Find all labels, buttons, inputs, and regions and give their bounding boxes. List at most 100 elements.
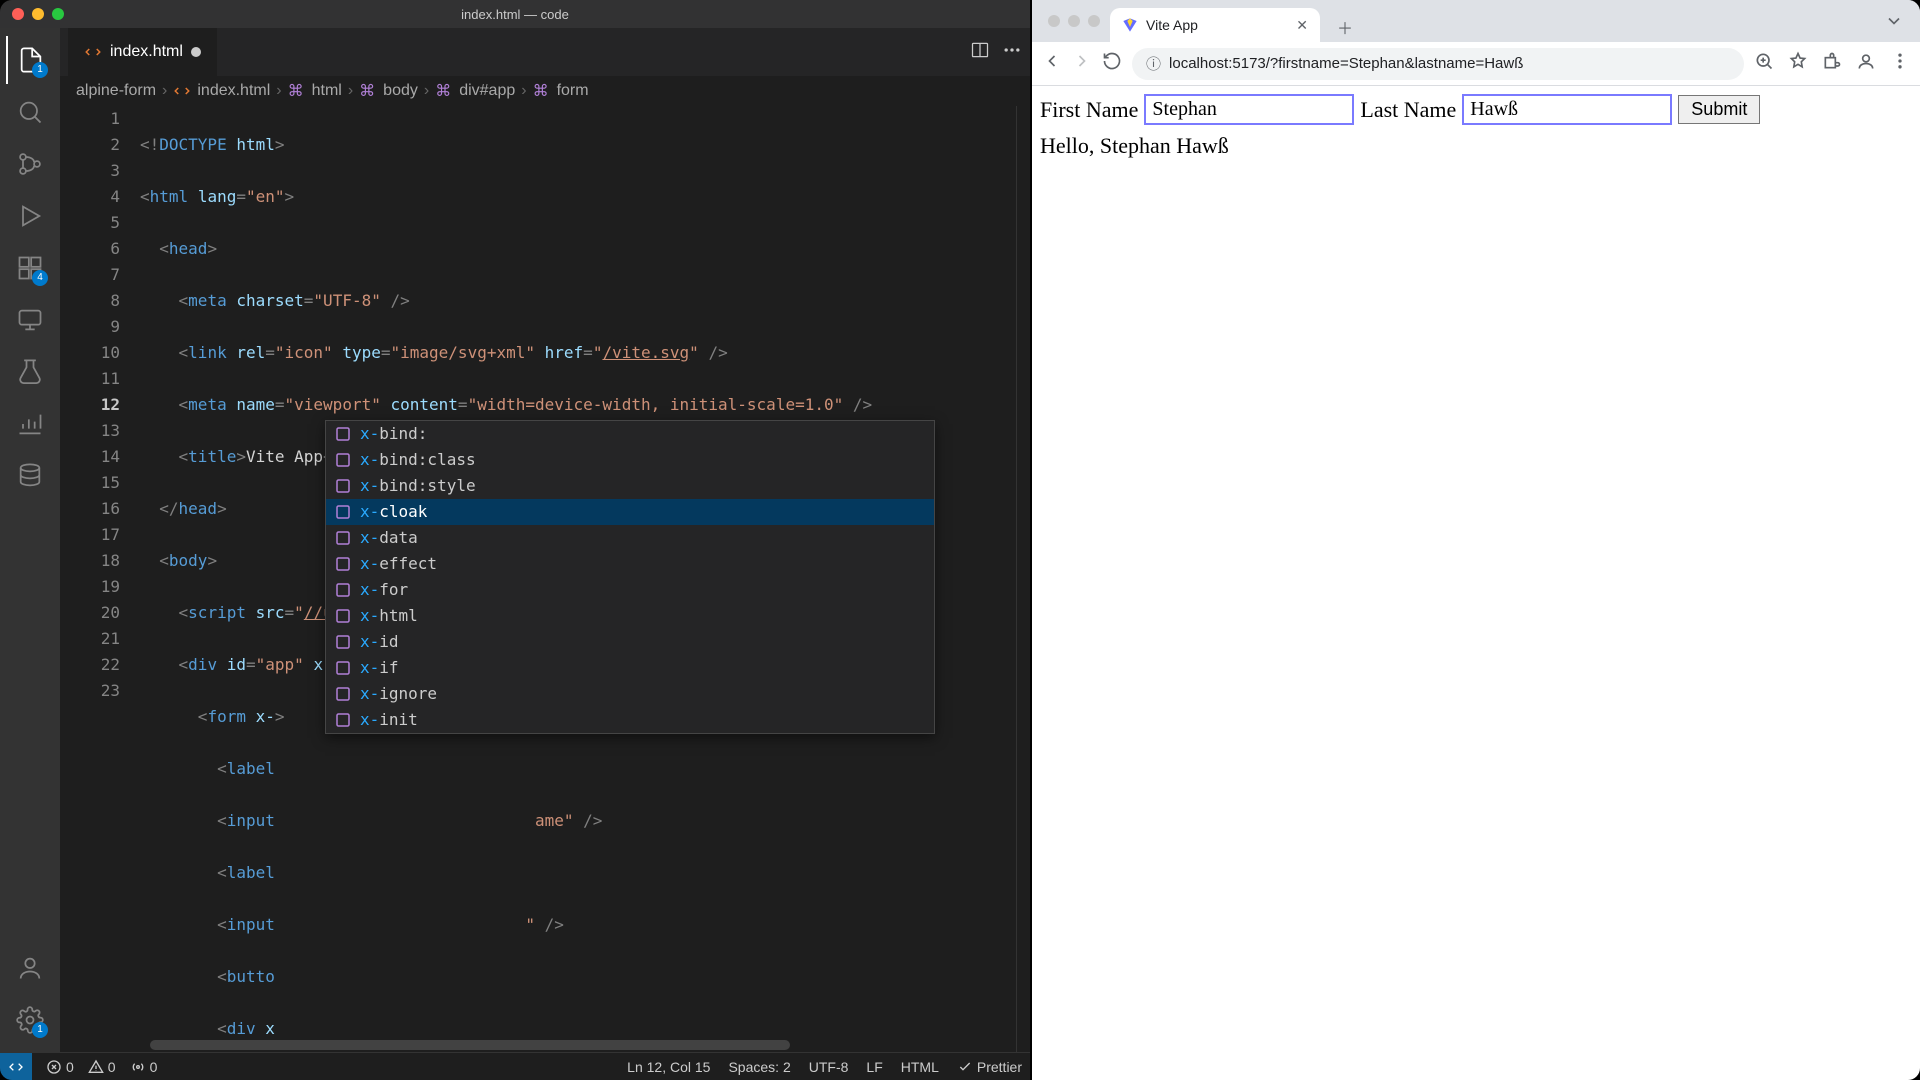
extensions-puzzle-icon[interactable] [1822,51,1842,76]
browser-window: Vite App ✕ ＋ ⓘ localhost:5173/?firstname… [1032,0,1920,1080]
nav-back-icon[interactable] [1042,51,1062,76]
prettier-status[interactable]: Prettier [957,1059,1022,1075]
property-icon [334,607,352,625]
settings-gear-icon[interactable]: 1 [6,996,54,1044]
editor-tab-index-html[interactable]: index.html [68,28,217,76]
run-debug-icon[interactable] [6,192,54,240]
suggest-item[interactable]: x-data [326,525,934,551]
more-actions-icon[interactable] [1002,40,1022,65]
property-icon [334,425,352,443]
suggest-item[interactable]: x-bind: [326,421,934,447]
database-icon[interactable] [6,452,54,500]
new-tab-button[interactable]: ＋ [1330,12,1360,42]
demo-form: First Name Last Name Submit [1040,94,1912,125]
greeting-text: Hello, Stephan Hawß [1040,133,1912,159]
minimize-window-button[interactable] [32,8,44,20]
first-name-input[interactable] [1144,94,1354,125]
line-number-gutter: 123 456 789 1011 12 131415 161718 192021… [60,106,140,1052]
suggest-item[interactable]: x-id [326,629,934,655]
errors-indicator[interactable]: 0 [46,1059,74,1075]
suggest-item-label: x-bind:class [360,447,476,473]
maximize-window-button[interactable] [1088,15,1100,27]
breadcrumb-item[interactable]: body [383,82,418,100]
vscode-titlebar: index.html — code [0,0,1030,28]
explorer-badge: 1 [32,62,48,78]
breadcrumb-item[interactable]: index.html [197,82,270,100]
close-window-button[interactable] [12,8,24,20]
warnings-indicator[interactable]: 0 [88,1059,116,1075]
intellisense-suggest-widget[interactable]: x-bind:x-bind:classx-bind:stylex-cloakx-… [325,420,935,734]
url-address-bar[interactable]: ⓘ localhost:5173/?firstname=Stephan&last… [1132,48,1744,80]
extensions-icon[interactable]: 4 [6,244,54,292]
explorer-icon[interactable]: 1 [6,36,54,84]
cursor-position[interactable]: Ln 12, Col 15 [627,1059,710,1075]
close-tab-icon[interactable]: ✕ [1296,17,1308,34]
nav-forward-icon[interactable] [1072,51,1092,76]
minimize-window-button[interactable] [1068,15,1080,27]
tab-list-chevron-icon[interactable] [1884,11,1910,31]
element-icon: ⌘ [359,81,377,101]
bookmark-star-icon[interactable] [1788,51,1808,76]
editor-tab-row: index.html [60,28,1030,76]
suggest-item[interactable]: x-html [326,603,934,629]
browser-traffic-lights [1042,15,1100,27]
chevron-right-icon: › [162,82,167,100]
search-icon[interactable] [6,88,54,136]
suggest-item[interactable]: x-bind:class [326,447,934,473]
source-control-icon[interactable] [6,140,54,188]
suggest-item[interactable]: x-for [326,577,934,603]
code-content[interactable]: <!DOCTYPE html> <html lang="en"> <head> … [140,106,1030,1052]
suggest-item[interactable]: x-cloak [326,499,934,525]
ports-indicator[interactable]: 0 [130,1059,158,1075]
element-icon: ⌘ [435,81,453,101]
code-editor[interactable]: 123 456 789 1011 12 131415 161718 192021… [60,106,1030,1052]
graph-icon[interactable] [6,400,54,448]
encoding-status[interactable]: UTF-8 [809,1059,849,1075]
remote-indicator[interactable] [0,1053,32,1080]
suggest-item-label: x-html [360,603,418,629]
language-mode[interactable]: HTML [901,1059,939,1075]
breadcrumb-item[interactable]: form [557,82,589,100]
chevron-right-icon: › [424,82,429,100]
last-name-input[interactable] [1462,94,1672,125]
browser-menu-icon[interactable] [1890,51,1910,76]
close-window-button[interactable] [1048,15,1060,27]
vscode-window: index.html — code 1 4 [0,0,1030,1080]
settings-badge: 1 [32,1022,48,1038]
window-title: index.html — code [0,7,1030,22]
submit-button[interactable]: Submit [1678,95,1760,124]
page-content: First Name Last Name Submit Hello, Steph… [1032,86,1920,1080]
horizontal-scrollbar[interactable] [150,1040,790,1050]
split-editor-icon[interactable] [970,40,990,65]
html-file-icon [173,82,191,100]
property-icon [334,659,352,677]
account-icon[interactable] [6,944,54,992]
breadcrumb-item[interactable]: div#app [459,82,515,100]
eol-status[interactable]: LF [866,1059,882,1075]
suggest-item-label: x-bind:style [360,473,476,499]
suggest-item-label: x-bind: [360,421,427,447]
site-info-icon[interactable]: ⓘ [1146,53,1161,74]
activity-bar: 1 4 [0,28,60,1052]
breadcrumb-item[interactable]: html [312,82,342,100]
editor-tab-label: index.html [110,43,183,61]
remote-explorer-icon[interactable] [6,296,54,344]
zoom-icon[interactable] [1754,51,1774,76]
suggest-item-label: x-id [360,629,399,655]
browser-tab[interactable]: Vite App ✕ [1110,8,1320,42]
suggest-item[interactable]: x-effect [326,551,934,577]
maximize-window-button[interactable] [52,8,64,20]
breadcrumb-item[interactable]: alpine-form [76,82,156,100]
reload-icon[interactable] [1102,51,1122,76]
suggest-item-label: x-data [360,525,418,551]
suggest-item[interactable]: x-init [326,707,934,733]
breadcrumb[interactable]: alpine-form › index.html › ⌘ html › ⌘ bo… [60,76,1030,106]
suggest-item[interactable]: x-if [326,655,934,681]
overview-ruler[interactable] [1016,106,1030,1052]
suggest-item[interactable]: x-ignore [326,681,934,707]
indentation-status[interactable]: Spaces: 2 [728,1059,790,1075]
browser-tab-strip: Vite App ✕ ＋ [1032,0,1920,42]
test-icon[interactable] [6,348,54,396]
profile-avatar-icon[interactable] [1856,51,1876,76]
suggest-item[interactable]: x-bind:style [326,473,934,499]
